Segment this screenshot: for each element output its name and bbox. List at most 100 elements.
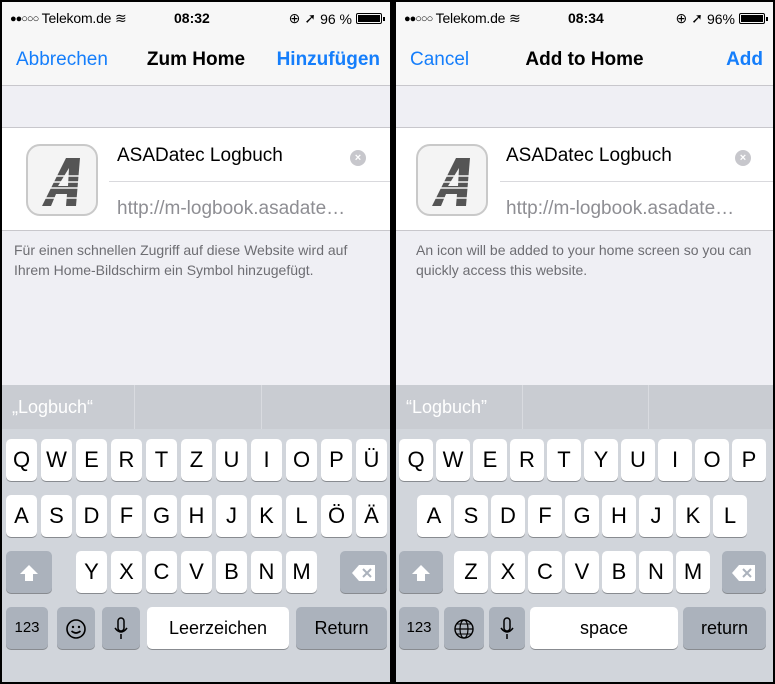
key-w[interactable]: W <box>436 439 470 481</box>
divider <box>500 181 773 182</box>
numbers-key[interactable]: 123 <box>399 607 439 649</box>
suggestion-item[interactable]: “Logbuch” <box>396 385 522 429</box>
key-i[interactable]: I <box>251 439 282 481</box>
key-x[interactable]: X <box>491 551 525 593</box>
suggestion-item[interactable]: „Logbuch“ <box>2 385 134 429</box>
bookmark-card: ASADatec Logbuch × http://m-logbook.asad… <box>396 127 773 231</box>
key-h[interactable]: H <box>181 495 212 537</box>
key-r[interactable]: R <box>510 439 544 481</box>
cancel-button[interactable]: Cancel <box>410 49 469 71</box>
delete-key[interactable] <box>340 551 387 593</box>
key-b[interactable]: B <box>602 551 636 593</box>
key-e[interactable]: E <box>473 439 507 481</box>
key-e[interactable]: E <box>76 439 107 481</box>
shift-key[interactable] <box>6 551 52 593</box>
battery-percent: 96% <box>706 10 735 27</box>
key-s[interactable]: S <box>454 495 488 537</box>
return-key[interactable]: Return <box>296 607 387 649</box>
cancel-button[interactable]: Abbrechen <box>16 49 108 71</box>
return-key[interactable]: return <box>683 607 766 649</box>
key-a[interactable]: A <box>417 495 451 537</box>
key-y[interactable]: Y <box>76 551 107 593</box>
help-text: An icon will be added to your home scree… <box>416 242 752 278</box>
key-m[interactable]: M <box>286 551 317 593</box>
key-j[interactable]: J <box>216 495 247 537</box>
key-k[interactable]: K <box>251 495 282 537</box>
key-ue[interactable]: Ü <box>356 439 387 481</box>
key-ae[interactable]: Ä <box>356 495 387 537</box>
key-o[interactable]: O <box>286 439 317 481</box>
key-k[interactable]: K <box>676 495 710 537</box>
clear-icon[interactable]: × <box>350 150 366 166</box>
lock-rotation-icon: ⊕ <box>288 10 301 26</box>
key-q[interactable]: Q <box>399 439 433 481</box>
key-o[interactable]: O <box>695 439 729 481</box>
key-d[interactable]: D <box>76 495 107 537</box>
key-j[interactable]: J <box>639 495 673 537</box>
key-w[interactable]: W <box>41 439 72 481</box>
key-v[interactable]: V <box>565 551 599 593</box>
numbers-key[interactable]: 123 <box>6 607 48 649</box>
globe-key[interactable] <box>444 607 484 649</box>
key-c[interactable]: C <box>146 551 177 593</box>
key-g[interactable]: G <box>146 495 177 537</box>
globe-icon <box>454 619 474 639</box>
key-c[interactable]: C <box>528 551 562 593</box>
key-i[interactable]: I <box>658 439 692 481</box>
bookmark-name-field[interactable]: ASADatec Logbuch <box>117 145 283 167</box>
key-v[interactable]: V <box>181 551 212 593</box>
key-u[interactable]: U <box>621 439 655 481</box>
divider <box>522 385 523 429</box>
status-right: ⊕ ➚ 96% <box>675 10 768 27</box>
bookmark-name-field[interactable]: ASADatec Logbuch <box>506 145 672 167</box>
key-m[interactable]: M <box>676 551 710 593</box>
status-time: 08:32 <box>174 10 210 26</box>
key-r[interactable]: R <box>111 439 142 481</box>
add-button[interactable]: Add <box>726 49 763 71</box>
key-p[interactable]: P <box>732 439 766 481</box>
dictation-key[interactable] <box>489 607 525 649</box>
delete-key[interactable] <box>722 551 766 593</box>
emoji-key[interactable] <box>57 607 95 649</box>
key-u[interactable]: U <box>216 439 247 481</box>
status-bar: ●●○○○ Telekom.de ≋ 08:32 ⊕ ➚ 96 % <box>2 2 390 36</box>
key-y[interactable]: Y <box>584 439 618 481</box>
signal-dots-icon: ●●○○○ <box>10 13 39 25</box>
add-button[interactable]: Hinzufügen <box>277 49 380 71</box>
clear-icon[interactable]: × <box>735 150 751 166</box>
status-right: ⊕ ➚ 96 % <box>288 10 385 27</box>
key-p[interactable]: P <box>321 439 352 481</box>
key-a[interactable]: A <box>6 495 37 537</box>
delete-icon <box>351 565 375 582</box>
dictation-key[interactable] <box>102 607 140 649</box>
key-z[interactable]: Z <box>454 551 488 593</box>
key-q[interactable]: Q <box>6 439 37 481</box>
key-n[interactable]: N <box>251 551 282 593</box>
key-g[interactable]: G <box>565 495 599 537</box>
key-n[interactable]: N <box>639 551 673 593</box>
key-d[interactable]: D <box>491 495 525 537</box>
key-x[interactable]: X <box>111 551 142 593</box>
key-l[interactable]: L <box>713 495 747 537</box>
key-oe[interactable]: Ö <box>321 495 352 537</box>
wifi-icon: ≋ <box>508 10 521 26</box>
key-f[interactable]: F <box>111 495 142 537</box>
key-z[interactable]: Z <box>181 439 212 481</box>
key-t[interactable]: T <box>146 439 177 481</box>
shift-key[interactable] <box>399 551 443 593</box>
bookmark-url: http://m-logbook.asadate… <box>117 198 346 219</box>
bookmark-card: ASADatec Logbuch × http://m-logbook.asad… <box>2 127 390 231</box>
key-f[interactable]: F <box>528 495 562 537</box>
key-t[interactable]: T <box>547 439 581 481</box>
space-key[interactable]: Leerzeichen <box>147 607 289 649</box>
key-l[interactable]: L <box>286 495 317 537</box>
space-key[interactable]: space <box>530 607 678 649</box>
lock-rotation-icon: ⊕ <box>675 10 688 26</box>
key-s[interactable]: S <box>41 495 72 537</box>
app-logo-icon <box>416 144 488 216</box>
nav-bar: Cancel Add to Home Add <box>396 36 773 86</box>
key-h[interactable]: H <box>602 495 636 537</box>
battery-percent: 96 % <box>320 10 352 27</box>
key-b[interactable]: B <box>216 551 247 593</box>
emoji-icon <box>66 619 86 639</box>
